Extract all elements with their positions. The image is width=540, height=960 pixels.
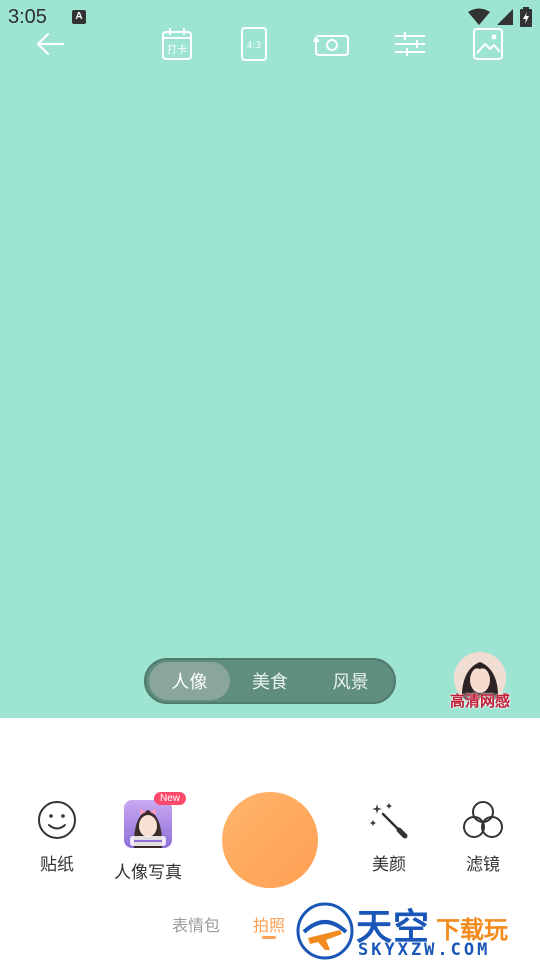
- switch-camera-button[interactable]: [312, 24, 352, 64]
- notification-a-icon: A: [72, 10, 86, 24]
- sticker-label: 贴纸: [40, 855, 74, 875]
- calendar-punch-icon: 打卡: [162, 28, 192, 60]
- template-caption: 高清网感: [449, 692, 510, 710]
- punch-label: 打卡: [167, 43, 187, 56]
- ratio-label: 4:3: [247, 41, 261, 51]
- smiley-icon: [38, 801, 76, 839]
- mode-tab-food[interactable]: 美食: [230, 662, 311, 700]
- watermark-domain: SKYXZW.COM: [358, 940, 491, 960]
- filter-label: 滤镜: [466, 855, 500, 875]
- filter-circles-icon: [463, 801, 503, 838]
- portrait-photo-icon: [124, 800, 172, 848]
- aspect-ratio-icon: 4:3: [241, 27, 267, 61]
- arrow-left-icon: [36, 32, 65, 56]
- switch-camera-icon: [313, 35, 349, 56]
- beauty-button[interactable]: 美颜: [344, 800, 434, 875]
- shutter-button[interactable]: [222, 792, 318, 888]
- gallery-button[interactable]: [468, 24, 508, 64]
- back-button[interactable]: [30, 24, 70, 64]
- portrait-photo-thumb: New: [124, 792, 186, 848]
- tab-emoji[interactable]: 表情包: [172, 912, 220, 936]
- mode-tab-scenery[interactable]: 风景: [310, 662, 391, 700]
- portrait-photo-button[interactable]: New 人像写真: [103, 792, 193, 883]
- site-watermark: 天空 下载玩 SKYXZW.COM: [296, 900, 540, 960]
- scene-mode-switch: 人像 美食 风景: [144, 658, 396, 704]
- new-badge: New: [153, 792, 186, 805]
- aspect-ratio-button[interactable]: 4:3: [234, 24, 274, 64]
- battery-icon: [520, 7, 532, 27]
- image-icon: [473, 28, 503, 60]
- magic-wand-icon: [370, 803, 408, 839]
- tab-photo[interactable]: 拍照: [253, 912, 285, 936]
- sliders-icon: [395, 32, 425, 56]
- sticker-button[interactable]: 贴纸: [12, 800, 102, 875]
- punch-card-button[interactable]: 打卡: [157, 24, 197, 64]
- portrait-photo-label: 人像写真: [114, 863, 182, 883]
- camera-viewfinder[interactable]: [0, 0, 540, 718]
- plane-logo-icon: [296, 902, 354, 960]
- filter-button[interactable]: 滤镜: [438, 800, 528, 875]
- adjust-button[interactable]: [390, 24, 430, 64]
- beauty-label: 美颜: [372, 855, 406, 875]
- mode-tab-portrait[interactable]: 人像: [149, 662, 230, 700]
- active-tab-indicator: [262, 936, 276, 939]
